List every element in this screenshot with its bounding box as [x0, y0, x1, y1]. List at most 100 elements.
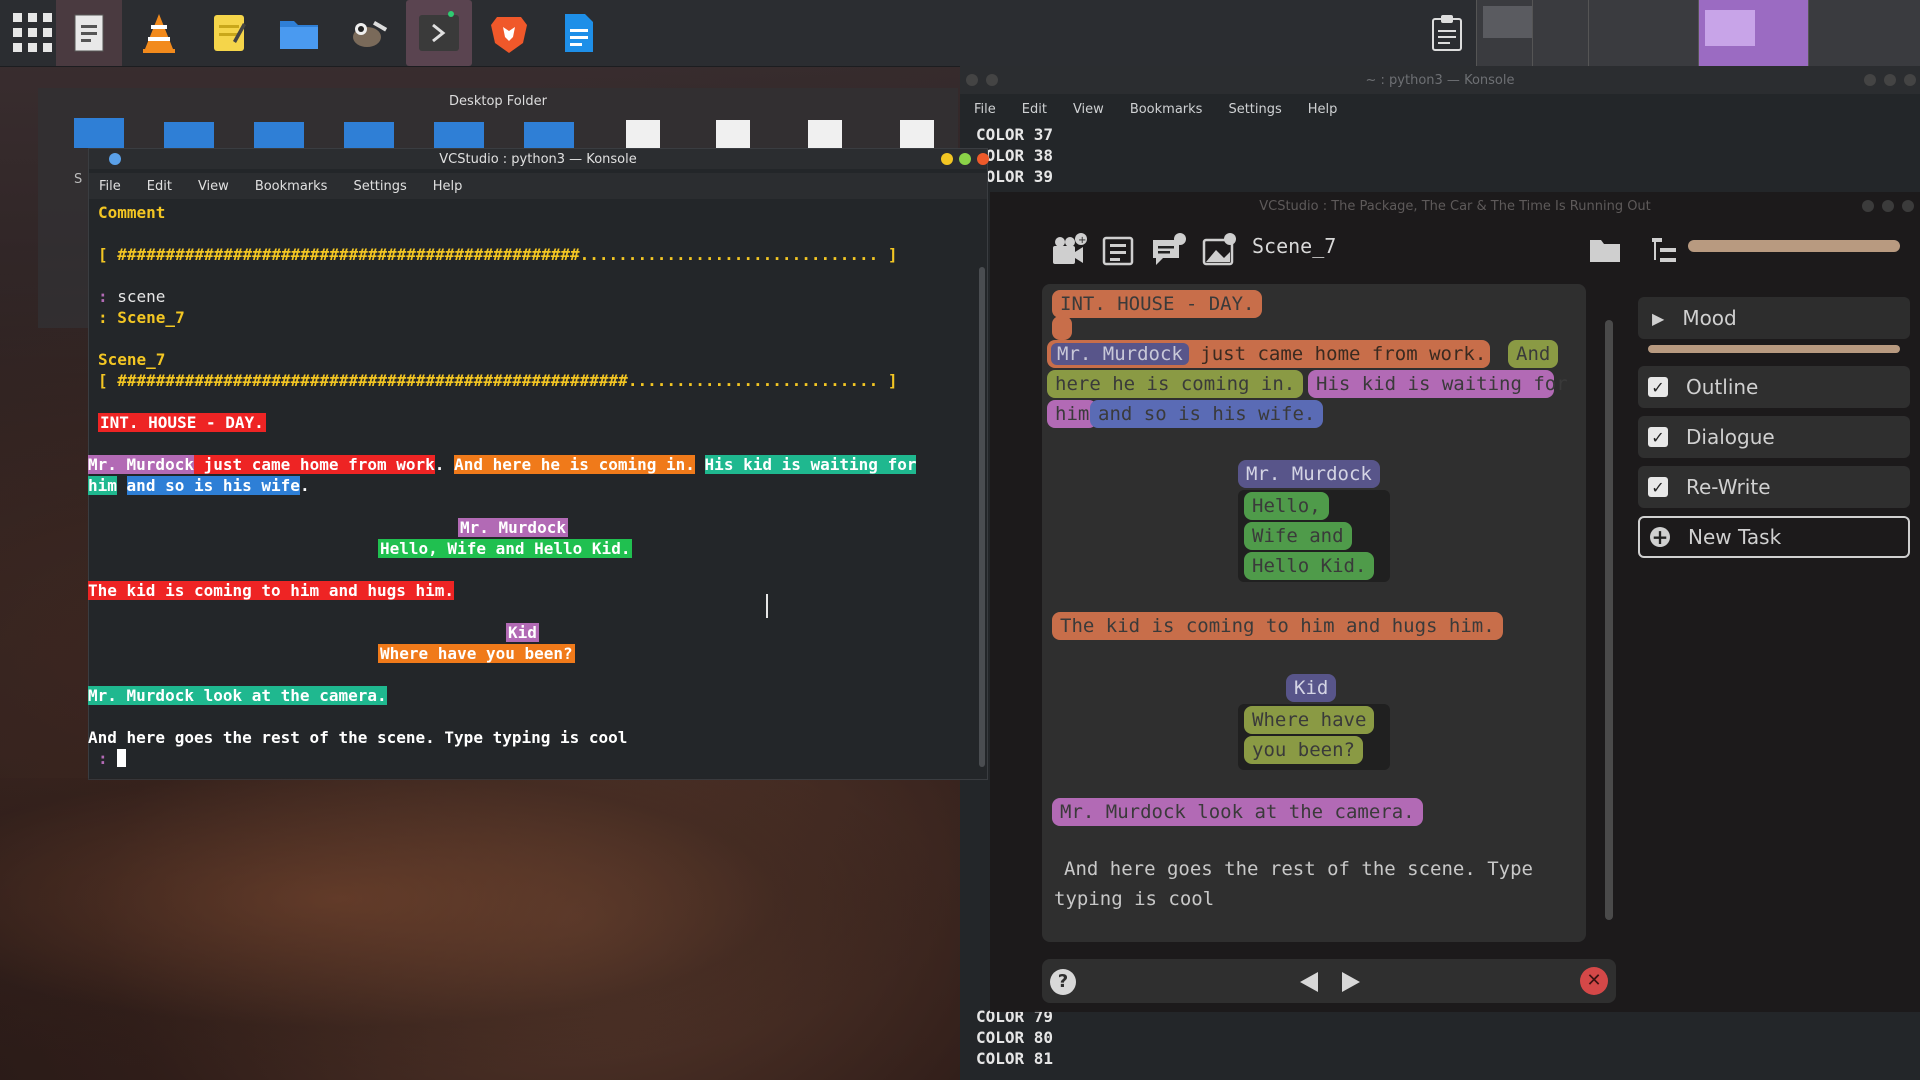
menu-view[interactable]: View [1073, 102, 1104, 117]
pin-icon[interactable] [966, 74, 978, 86]
checkbox-checked-icon[interactable]: ✓ [1648, 377, 1668, 397]
previous-arrow-icon[interactable] [1298, 970, 1320, 998]
action-text[interactable]: His kid is waiting for [1308, 370, 1568, 398]
action-segment: just came home from work [193, 455, 435, 474]
folder-icon[interactable] [254, 122, 304, 148]
text-editor-icon[interactable] [56, 0, 122, 66]
comment-line: Comment [98, 203, 166, 222]
writer-icon[interactable] [546, 0, 612, 66]
add-image-icon[interactable] [1200, 232, 1238, 274]
scene-heading[interactable]: INT. HOUSE - DAY. [1052, 290, 1263, 318]
script-panel[interactable]: INT. HOUSE - DAY. Mr. Murdock just came … [1042, 284, 1586, 942]
gimp-icon[interactable] [336, 0, 402, 66]
mood-expander[interactable]: ▶ Mood [1638, 297, 1910, 339]
vlc-icon[interactable] [126, 0, 192, 66]
checklist-item-label: Re-Write [1686, 475, 1771, 499]
script-scrollbar[interactable] [1605, 320, 1613, 920]
menu-help[interactable]: Help [433, 179, 463, 194]
minimize-button[interactable] [1864, 74, 1876, 86]
action-segment: Mr. Murdock look at the camera. [88, 686, 387, 705]
character-name[interactable]: Kid [1286, 674, 1337, 702]
action-text[interactable]: and so is his wife. [1090, 400, 1324, 428]
close-button[interactable] [977, 153, 989, 165]
pin-icon[interactable] [109, 153, 121, 165]
notes-icon[interactable] [196, 0, 262, 66]
checklist-item-outline[interactable]: ✓ Outline [1638, 366, 1910, 408]
desktop-pager-1[interactable] [1476, 0, 1533, 66]
character-ref[interactable]: Mr. Murdock [1051, 343, 1189, 365]
input-prompt[interactable]: : [98, 749, 127, 769]
close-button[interactable] [1902, 200, 1914, 212]
minimize-button[interactable] [1862, 200, 1874, 212]
clipboard-icon[interactable] [1430, 14, 1464, 56]
maximize-button[interactable] [959, 153, 971, 165]
file-manager-icon[interactable] [266, 0, 332, 66]
menu-settings[interactable]: Settings [1228, 102, 1281, 117]
konsole-left-title: VCStudio : python3 — Konsole [439, 151, 637, 167]
menu-settings[interactable]: Settings [353, 179, 406, 194]
next-arrow-icon[interactable] [1340, 970, 1362, 998]
terminal-icon[interactable] [406, 0, 472, 66]
action-segment: His kid is waiting for [704, 455, 917, 474]
menu-view[interactable]: View [198, 179, 229, 194]
dialogue-text[interactable]: you been? [1244, 736, 1363, 764]
add-dialogue-icon[interactable] [1150, 232, 1188, 274]
menu-icon[interactable] [986, 74, 998, 86]
action-text[interactable]: here he is coming in. [1047, 370, 1304, 398]
add-shot-icon[interactable]: + [1050, 232, 1088, 274]
menu-bookmarks[interactable]: Bookmarks [255, 179, 328, 194]
folder-icon[interactable] [434, 122, 484, 148]
file-icon[interactable] [716, 120, 750, 148]
menu-edit[interactable]: Edit [1022, 102, 1047, 117]
action-text[interactable]: Mr. Murdock look at the camera. [1052, 798, 1423, 826]
svg-text:+: + [1078, 235, 1086, 246]
folder-icon[interactable] [74, 118, 124, 148]
desktop-pager-2[interactable] [1532, 0, 1589, 66]
action-text[interactable]: And here goes the rest of the scene. Typ… [1052, 854, 1533, 914]
dialogue-text[interactable]: Wife and [1244, 522, 1352, 550]
menu-file[interactable]: File [99, 179, 121, 194]
menu-edit[interactable]: Edit [147, 179, 172, 194]
close-icon[interactable]: ✕ [1580, 967, 1608, 995]
checklist-item-rewrite[interactable]: ✓ Re-Write [1638, 466, 1910, 508]
dialogue-text[interactable]: Hello Kid. [1244, 552, 1375, 580]
action-line: him and so is his wife. [88, 476, 310, 496]
character-name[interactable]: Mr. Murdock [1238, 460, 1380, 488]
menu-help[interactable]: Help [1308, 102, 1338, 117]
scene-link-icon[interactable] [1100, 232, 1138, 274]
desktop-pager-5[interactable] [1808, 0, 1920, 66]
action-text[interactable]: The kid is coming to him and hugs him. [1052, 612, 1503, 640]
character-line: Kid [506, 623, 539, 643]
maximize-button[interactable] [1882, 200, 1894, 212]
file-icon[interactable] [626, 120, 660, 148]
folder-icon[interactable] [164, 122, 214, 148]
action-text[interactable]: And [1508, 340, 1559, 368]
file-icon[interactable] [900, 120, 934, 148]
brave-icon[interactable] [476, 0, 542, 66]
tree-icon[interactable] [1650, 234, 1680, 270]
checkbox-checked-icon[interactable]: ✓ [1648, 477, 1668, 497]
konsole-right-menubar: File Edit View Bookmarks Settings Help [960, 96, 1920, 122]
file-icon[interactable] [808, 120, 842, 148]
menu-bookmarks[interactable]: Bookmarks [1130, 102, 1203, 117]
desktop-pager-4[interactable] [1698, 0, 1809, 66]
dialogue-text[interactable]: Hello, [1244, 492, 1329, 520]
action-text[interactable]: just came home from work. [1200, 343, 1486, 365]
folder-icon[interactable] [1588, 234, 1622, 270]
terminal-scrollbar[interactable] [979, 267, 985, 767]
new-task-button[interactable]: + New Task [1638, 516, 1910, 558]
checkbox-checked-icon[interactable]: ✓ [1648, 427, 1668, 447]
folder-icon[interactable] [344, 122, 394, 148]
maximize-button[interactable] [1884, 74, 1896, 86]
prompt-line: : scene [98, 287, 165, 307]
close-button[interactable] [1904, 74, 1916, 86]
menu-file[interactable]: File [974, 102, 996, 117]
folder-icon[interactable] [524, 122, 574, 148]
desktop-pager-3[interactable] [1588, 0, 1699, 66]
checklist-item-dialogue[interactable]: ✓ Dialogue [1638, 416, 1910, 458]
minimize-button[interactable] [941, 153, 953, 165]
prompt-colon: : [98, 287, 118, 306]
help-icon[interactable]: ? [1050, 969, 1076, 995]
blank-heading-line[interactable] [1052, 316, 1072, 340]
dialogue-text[interactable]: Where have [1244, 706, 1375, 734]
